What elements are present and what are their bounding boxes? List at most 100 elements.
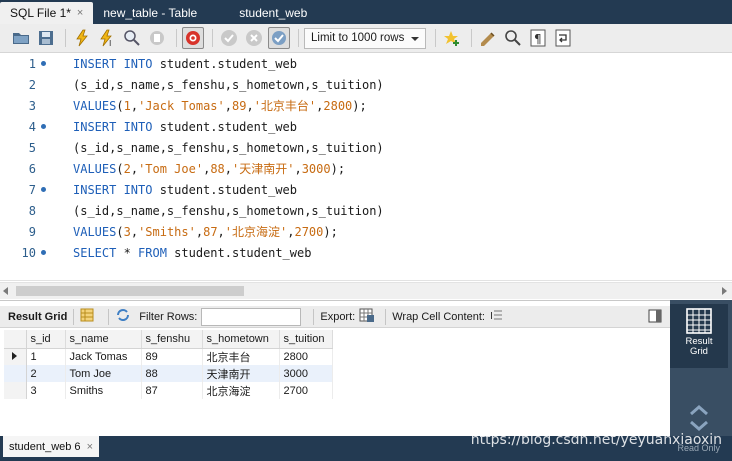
row-selector[interactable] bbox=[4, 365, 27, 382]
code-text: VALUES(2,'Tom Joe',88,'天津南开',3000); bbox=[73, 160, 345, 177]
autocommit-icon[interactable] bbox=[268, 27, 290, 49]
code-line[interactable]: 8 (s_id,s_name,s_fenshu,s_hometown,s_tuit… bbox=[0, 200, 732, 221]
table-cell[interactable]: 89 bbox=[141, 348, 203, 365]
scroll-left-icon[interactable] bbox=[3, 287, 8, 295]
execute-icon[interactable] bbox=[71, 27, 93, 49]
sql-toolbar: I Limit to 1000 rows ¶ bbox=[0, 24, 732, 53]
code-line[interactable]: 4 INSERT INTO student.student_web bbox=[0, 116, 732, 137]
code-text: INSERT INTO student.student_web bbox=[73, 57, 297, 71]
table-header-row: s_id s_name s_fenshu s_hometown s_tuitio… bbox=[4, 330, 333, 349]
table-cell[interactable]: 1 bbox=[26, 348, 66, 365]
table-cell[interactable]: 天津南开 bbox=[202, 365, 280, 382]
limit-rows-value: Limit to 1000 rows bbox=[311, 32, 405, 44]
open-folder-icon[interactable] bbox=[10, 27, 32, 49]
scrollbar-thumb[interactable] bbox=[16, 286, 244, 296]
grid-view-icon[interactable] bbox=[80, 308, 94, 325]
rollback-icon[interactable] bbox=[243, 27, 265, 49]
add-snippet-icon[interactable] bbox=[441, 27, 463, 49]
beautify-icon[interactable] bbox=[477, 27, 499, 49]
code-token: ); bbox=[352, 99, 367, 113]
stop-icon[interactable] bbox=[146, 27, 168, 49]
code-token: , bbox=[217, 225, 225, 239]
tab-student-web-6[interactable]: student_web 6 × bbox=[3, 436, 99, 457]
find-icon[interactable] bbox=[502, 27, 524, 49]
close-icon[interactable]: × bbox=[77, 7, 83, 19]
code-token: 'Tom Joe' bbox=[138, 162, 204, 176]
commit-icon[interactable] bbox=[218, 27, 240, 49]
watermark-text: https://blog.csdn.net/yeyuanxiaoxin bbox=[470, 432, 722, 448]
column-header[interactable]: s_tuition bbox=[279, 330, 333, 349]
code-token: , bbox=[130, 99, 139, 113]
table-cell[interactable]: 87 bbox=[141, 382, 203, 399]
save-icon[interactable] bbox=[35, 27, 57, 49]
code-token: 1 bbox=[123, 99, 131, 113]
execute-current-icon[interactable]: I bbox=[96, 27, 118, 49]
table-cell[interactable]: Tom Joe bbox=[65, 365, 142, 382]
side-grid-label: Grid bbox=[690, 346, 708, 357]
code-line[interactable]: 6 VALUES(2,'Tom Joe',88,'天津南开',3000); bbox=[0, 158, 732, 179]
code-token: INSERT INTO bbox=[73, 182, 153, 197]
code-line[interactable]: 3 VALUES(1,'Jack Tomas',89,'北京丰台',2800); bbox=[0, 95, 732, 116]
table-row[interactable]: 2 Tom Joe 88 天津南开 3000 bbox=[4, 365, 333, 382]
row-selector[interactable] bbox=[4, 382, 27, 399]
export-icon[interactable] bbox=[359, 307, 375, 326]
svg-text:¶: ¶ bbox=[534, 32, 542, 46]
table-cell[interactable]: 2 bbox=[26, 365, 66, 382]
code-line[interactable]: 9 VALUES(3,'Smiths',87,'北京海淀',2700); bbox=[0, 221, 732, 242]
line-number: 3 bbox=[28, 98, 36, 113]
code-text: VALUES(3,'Smiths',87,'北京海淀',2700); bbox=[73, 223, 338, 240]
toggle-error-icon[interactable] bbox=[182, 27, 204, 49]
column-header[interactable]: s_hometown bbox=[202, 330, 280, 349]
tab-label: new_table - Table bbox=[103, 6, 198, 20]
table-cell[interactable]: 88 bbox=[141, 365, 203, 382]
code-token: INSERT INTO bbox=[73, 56, 153, 71]
invisible-chars-icon[interactable]: ¶ bbox=[527, 27, 549, 49]
filter-rows-input[interactable] bbox=[201, 307, 302, 326]
table-cell[interactable]: 2800 bbox=[279, 348, 333, 365]
scroll-right-icon[interactable] bbox=[722, 287, 727, 295]
code-line[interactable]: 2 (s_id,s_name,s_fenshu,s_hometown,s_tuit… bbox=[0, 74, 732, 95]
sql-editor[interactable]: 1 INSERT INTO student.student_web 2 (s_id,s… bbox=[0, 53, 732, 281]
table-cell[interactable]: 北京海淀 bbox=[202, 382, 280, 399]
table-row[interactable]: 3 Smiths 87 北京海淀 2700 bbox=[4, 382, 333, 399]
editor-horizontal-scrollbar[interactable] bbox=[0, 282, 732, 299]
code-token: student.student_web bbox=[152, 182, 297, 197]
explain-icon[interactable] bbox=[121, 27, 143, 49]
tab-student-web[interactable]: student_web bbox=[229, 2, 317, 24]
chevron-down-icon bbox=[411, 36, 419, 41]
code-line[interactable]: 7 INSERT INTO student.student_web bbox=[0, 179, 732, 200]
code-line[interactable]: 1 INSERT INTO student.student_web bbox=[0, 53, 732, 74]
column-header[interactable]: s_name bbox=[65, 330, 142, 349]
wrap-cell-icon[interactable]: I bbox=[489, 308, 503, 325]
chevron-down-icon[interactable] bbox=[688, 404, 710, 435]
table-cell[interactable]: 北京丰台 bbox=[202, 348, 280, 365]
table-cell[interactable]: 3 bbox=[26, 382, 66, 399]
result-grid-side-button[interactable]: Result Grid bbox=[670, 304, 728, 368]
panel-toggle-icon[interactable] bbox=[648, 309, 662, 326]
wrap-cell-label: Wrap Cell Content: bbox=[392, 310, 485, 323]
tab-label: SQL File 1* bbox=[10, 6, 71, 20]
table-cell[interactable]: Smiths bbox=[65, 382, 142, 399]
code-text: INSERT INTO student.student_web bbox=[73, 183, 297, 197]
refresh-icon[interactable] bbox=[115, 308, 131, 325]
export-label: Export: bbox=[320, 310, 356, 323]
tab-new-table[interactable]: new_table - Table bbox=[93, 2, 207, 24]
code-token: 2700 bbox=[294, 225, 324, 239]
tab-sql-file-1[interactable]: SQL File 1* × bbox=[0, 2, 94, 24]
column-header[interactable]: s_id bbox=[26, 330, 66, 349]
table-cell[interactable]: 3000 bbox=[279, 365, 333, 382]
wrap-icon[interactable] bbox=[552, 27, 574, 49]
code-text: SELECT * FROM student.student_web bbox=[73, 246, 311, 260]
filter-rows-label: Filter Rows: bbox=[139, 310, 198, 323]
table-row[interactable]: 1 Jack Tomas 89 北京丰台 2800 bbox=[4, 348, 333, 365]
statement-marker bbox=[36, 187, 73, 192]
close-icon[interactable]: × bbox=[87, 441, 93, 453]
table-cell[interactable]: Jack Tomas bbox=[65, 348, 142, 365]
row-selector[interactable] bbox=[4, 348, 27, 365]
code-line[interactable]: 5 (s_id,s_name,s_fenshu,s_hometown,s_tuit… bbox=[0, 137, 732, 158]
limit-rows-select[interactable]: Limit to 1000 rows bbox=[304, 27, 426, 49]
code-token: , bbox=[294, 162, 302, 176]
column-header[interactable]: s_fenshu bbox=[141, 330, 203, 349]
code-line[interactable]: 10 SELECT * FROM student.student_web bbox=[0, 242, 732, 263]
table-cell[interactable]: 2700 bbox=[279, 382, 333, 399]
